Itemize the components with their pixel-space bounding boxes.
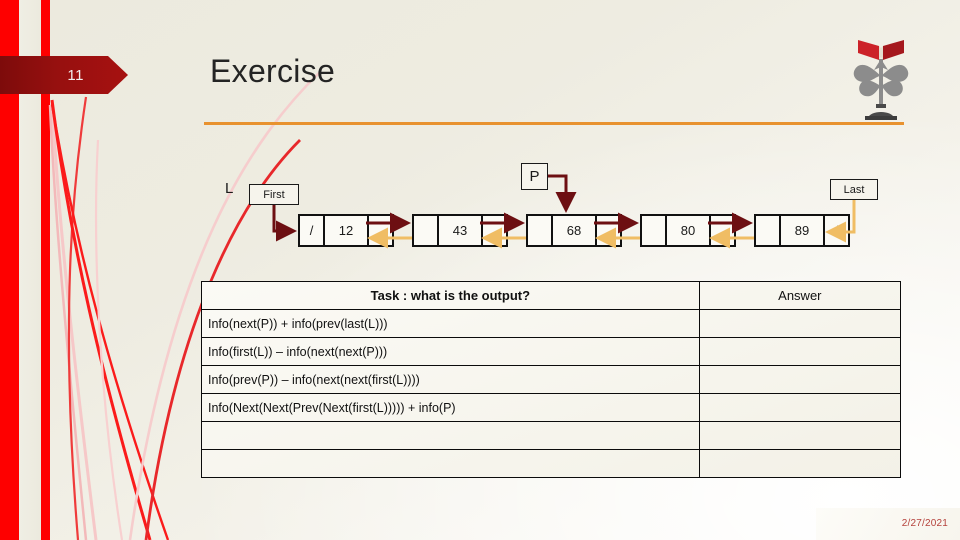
list-node-3: 80 — [640, 214, 736, 247]
node-1-prev-cell — [414, 216, 437, 245]
list-node-0: / 12 — [298, 214, 394, 247]
node-0-prev-cell: / — [309, 223, 314, 238]
node-1-value-cell: 43 — [437, 216, 483, 245]
answer-cell[interactable] — [698, 309, 902, 338]
table-row: Info(first(L)) – info(next(next(P))) — [201, 337, 902, 366]
list-node-4: 89 / — [754, 214, 850, 247]
answer-cell[interactable] — [698, 365, 902, 394]
list-label-L: L — [225, 180, 234, 197]
node-3-next-cell — [711, 216, 734, 245]
title-underline-rule — [204, 122, 904, 125]
node-0-value-cell: 12 — [323, 216, 369, 245]
page-title: Exercise — [210, 53, 336, 89]
list-node-1: 43 — [412, 214, 508, 247]
table-row — [201, 449, 902, 478]
node-4-null-cell: / — [834, 223, 839, 238]
node-4-value-cell: 89 — [779, 216, 825, 245]
answer-column-header: Answer — [698, 281, 902, 310]
first-pointer-box: First — [249, 184, 299, 205]
task-column-header: Task : what is the output? — [201, 281, 700, 310]
node-2-next-cell — [597, 216, 620, 245]
answer-cell[interactable] — [698, 449, 902, 478]
task-cell: Info(prev(P)) – info(next(next(first(L))… — [201, 365, 700, 394]
node-3-value-cell: 80 — [665, 216, 711, 245]
table-row — [201, 421, 902, 450]
table-header-row: Task : what is the output? Answer — [201, 281, 902, 310]
task-answer-table: Task : what is the output? Answer Info(n… — [201, 281, 902, 478]
list-node-2: 68 — [526, 214, 622, 247]
task-cell: Info(first(L)) – info(next(next(P))) — [201, 337, 700, 366]
table-row: Info(prev(P)) – info(next(next(first(L))… — [201, 365, 902, 394]
p-pointer-box: P — [521, 163, 548, 190]
table-row: Info(Next(Next(Prev(Next(first(L))))) + … — [201, 393, 902, 422]
last-pointer-box: Last — [830, 179, 878, 200]
answer-cell[interactable] — [698, 337, 902, 366]
task-cell — [201, 449, 700, 478]
answer-cell[interactable] — [698, 421, 902, 450]
node-4-prev-cell — [756, 216, 779, 245]
university-crest-logo — [853, 40, 909, 120]
slide-date: 2/27/2021 — [901, 518, 948, 529]
p-to-node2-arrow — [548, 174, 577, 213]
node-1-next-cell — [483, 216, 506, 245]
slide-number-label: 11 — [67, 66, 84, 84]
task-cell: Info(Next(Next(Prev(Next(first(L))))) + … — [201, 393, 700, 422]
node-3-prev-cell — [642, 216, 665, 245]
answer-cell[interactable] — [698, 393, 902, 422]
node-2-prev-cell — [528, 216, 551, 245]
node-0-next-cell — [369, 216, 392, 245]
slide-canvas: 11 Exercise L First P Last / 12 43 68 80… — [0, 0, 960, 540]
table-row: Info(next(P)) + info(prev(last(L))) — [201, 309, 902, 338]
task-cell — [201, 421, 700, 450]
task-cell: Info(next(P)) + info(prev(last(L))) — [201, 309, 700, 338]
node-2-value-cell: 68 — [551, 216, 597, 245]
slide-number-badge: 11 — [0, 56, 128, 94]
